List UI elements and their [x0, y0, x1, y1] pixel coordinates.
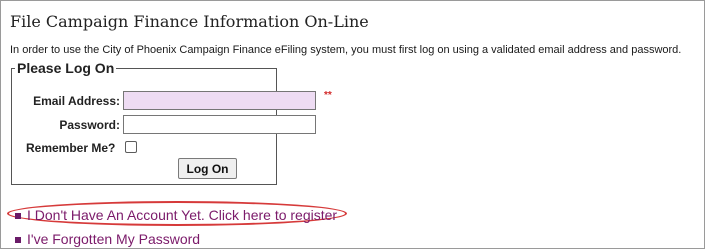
- remember-me-checkbox[interactable]: [125, 141, 137, 153]
- bullet-icon: [15, 237, 21, 244]
- email-input[interactable]: [123, 91, 316, 110]
- login-legend: Please Log On: [15, 60, 117, 76]
- password-input[interactable]: [123, 115, 316, 134]
- log-on-button[interactable]: Log On: [178, 158, 237, 179]
- page-title: File Campaign Finance Information On-Lin…: [10, 12, 369, 31]
- register-link[interactable]: I Don't Have An Account Yet. Click here …: [27, 207, 337, 223]
- register-link-item: I Don't Have An Account Yet. Click here …: [15, 207, 337, 223]
- forgot-password-link[interactable]: I've Forgotten My Password: [27, 231, 200, 247]
- password-label: Password:: [59, 118, 120, 132]
- email-label: Email Address:: [33, 94, 120, 108]
- remember-me-label: Remember Me?: [26, 141, 116, 155]
- page-frame: File Campaign Finance Information On-Lin…: [0, 0, 705, 249]
- bullet-icon: [15, 213, 21, 220]
- forgot-password-link-item: I've Forgotten My Password: [15, 231, 200, 247]
- intro-text: In order to use the City of Phoenix Camp…: [10, 44, 682, 56]
- required-marker: **: [324, 90, 332, 101]
